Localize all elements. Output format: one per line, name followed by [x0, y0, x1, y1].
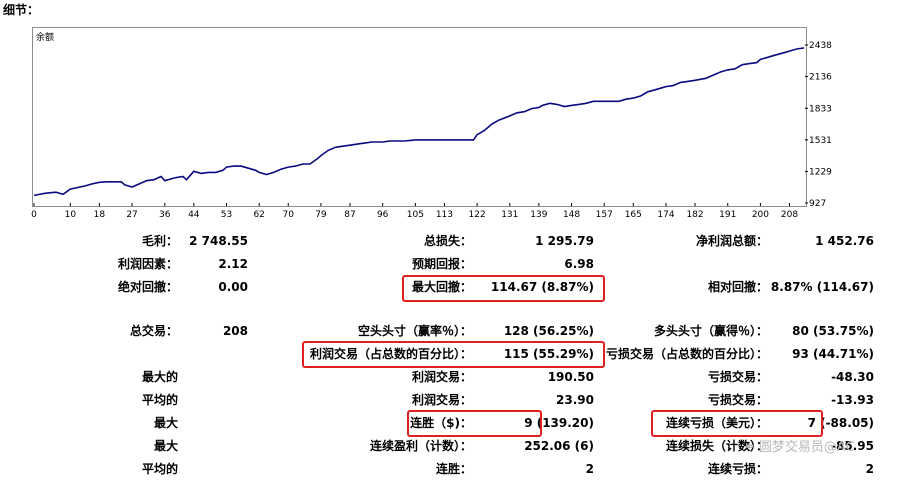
max-consecutive-profit-label: 连续盈利（计数）：: [369, 439, 472, 453]
highlight-profit-trades: [302, 341, 605, 368]
x-tick-label: 105: [407, 210, 424, 220]
x-tick-label: 165: [625, 210, 642, 220]
y-tick-label: 1531: [809, 136, 832, 146]
average-loss-trade-label: 亏损交易：: [707, 393, 768, 407]
long-positions-label: 多头头寸（赢得％）：: [653, 324, 768, 338]
highlight-consecutive-wins: [407, 410, 542, 437]
expected-payoff-value: 6.98: [564, 257, 594, 271]
y-tick-label: 927: [809, 199, 826, 209]
x-tick-label: 208: [781, 210, 798, 220]
average-consecutive-wins-label: 连胜：: [435, 462, 472, 476]
x-tick-label: 113: [436, 210, 453, 220]
x-tick-label: 96: [377, 210, 389, 220]
average-consecutive-label: 平均的: [141, 462, 178, 476]
x-tick-label: 53: [221, 210, 232, 220]
highlight-max-drawdown: [402, 275, 605, 302]
x-tick-label: 36: [159, 210, 171, 220]
x-tick-label: 62: [253, 210, 264, 220]
expected-payoff-label: 预期回报：: [411, 257, 472, 271]
max-consecutive-profit-value: 252.06 (6): [524, 439, 594, 453]
x-tick-label: 139: [530, 210, 547, 220]
gross-profit-value: 2 748.55: [189, 234, 248, 248]
y-tick-label: 2136: [809, 73, 832, 83]
gross-profit-label: 毛利：: [141, 234, 178, 248]
x-tick-label: 200: [752, 210, 769, 220]
total-trades-value: 208: [222, 324, 248, 338]
x-tick-label: 27: [126, 210, 137, 220]
feather-icon: ✒: [745, 440, 756, 455]
average-loss-trade-value: -13.93: [831, 393, 874, 407]
largest-profit-trade-value: 190.50: [547, 370, 594, 384]
x-tick-label: 44: [188, 210, 200, 220]
gross-loss-value: 1 295.79: [535, 234, 594, 248]
total-net-profit-value: 1 452.76: [815, 234, 874, 248]
x-tick-label: 87: [344, 210, 355, 220]
profit-factor-value: 2.12: [218, 257, 248, 271]
average-profit-trade-value: 23.90: [556, 393, 594, 407]
maximum-label: 最大: [153, 416, 178, 430]
average-label: 平均的: [141, 393, 178, 407]
balance-line: [33, 47, 805, 197]
loss-trades-pct-label: 亏损交易（占总数的百分比）：: [605, 347, 768, 361]
x-tick-label: 148: [563, 210, 580, 220]
gross-loss-label: 总损失：: [423, 234, 472, 248]
x-tick-label: 191: [719, 210, 736, 220]
maximal-label: 最大: [153, 439, 178, 453]
x-tick-label: 70: [283, 210, 295, 220]
x-tick-label: 10: [65, 210, 77, 220]
absolute-drawdown-label: 绝对回撤：: [117, 280, 178, 294]
y-tick-label: 1833: [809, 104, 832, 114]
x-tick-label: 18: [94, 210, 106, 220]
largest-loss-trade-label: 亏损交易：: [707, 370, 768, 384]
absolute-drawdown-value: 0.00: [218, 280, 248, 294]
largest-loss-trade-value: -48.30: [831, 370, 874, 384]
largest-profit-trade-label: 利润交易：: [411, 370, 472, 384]
short-positions-value: 128 (56.25%): [503, 324, 594, 338]
relative-drawdown-value: 8.87% (114.67): [770, 280, 874, 294]
highlight-consecutive-losses: [651, 410, 823, 437]
watermark-text: 圆梦交易员@AC: [758, 440, 855, 455]
total-net-profit-label: 净利润总额：: [695, 234, 768, 248]
x-tick-label: 131: [501, 210, 518, 220]
y-tick-label: 1229: [809, 167, 832, 177]
average-consecutive-wins-value: 2: [585, 462, 594, 476]
watermark: ✒ 圆梦交易员@AC: [745, 436, 855, 455]
average-consecutive-losses-value: 2: [865, 462, 874, 476]
average-consecutive-losses-label: 连续亏损：: [707, 462, 768, 476]
x-tick-label: 174: [657, 210, 674, 220]
x-tick-label: 79: [315, 210, 327, 220]
largest-label: 最大的: [141, 370, 178, 384]
x-tick-label: 182: [686, 210, 703, 220]
loss-trades-pct-value: 93 (44.71%): [792, 347, 874, 361]
balance-chart: 0 10 18 27 36 44 53 62 70 79 87 96 105 113 122 131 139 14…: [31, 41, 832, 220]
short-positions-label: 空头头寸（赢率％）：: [357, 324, 472, 338]
long-positions-value: 80 (53.75%): [792, 324, 874, 338]
x-tick-label: 157: [596, 210, 613, 220]
relative-drawdown-label: 相对回撤：: [707, 280, 768, 294]
total-trades-label: 总交易：: [129, 324, 178, 338]
average-profit-trade-label: 利润交易：: [411, 393, 472, 407]
profit-factor-label: 利润因素：: [117, 257, 178, 271]
y-tick-label: 2438: [809, 41, 832, 51]
x-tick-label: 122: [469, 210, 486, 220]
x-tick-label: 0: [31, 210, 37, 220]
